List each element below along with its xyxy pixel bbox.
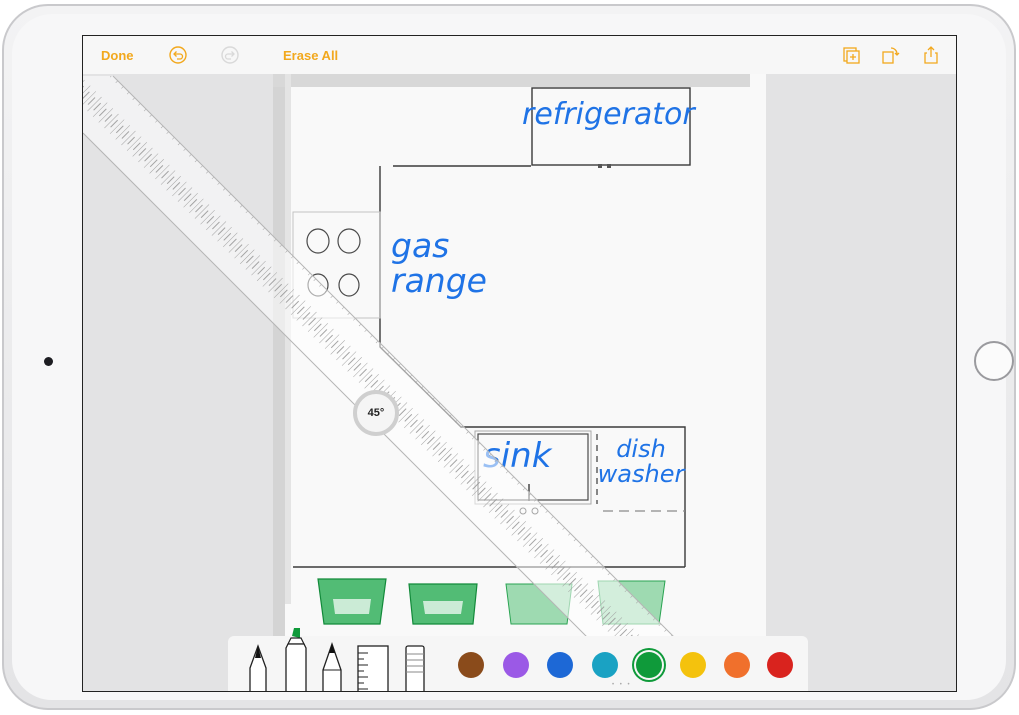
color-swatch-purple[interactable]	[503, 652, 529, 678]
color-swatch-teal[interactable]	[592, 652, 618, 678]
marker-tool-icon[interactable]	[283, 626, 309, 692]
front-camera	[44, 357, 53, 366]
pen-tool-icon[interactable]	[246, 640, 270, 692]
color-swatch-yellow[interactable]	[680, 652, 706, 678]
color-swatch-blue[interactable]	[547, 652, 573, 678]
color-swatch-brown[interactable]	[458, 652, 484, 678]
home-button[interactable]	[974, 341, 1014, 381]
ruler-angle-indicator: 45°	[353, 390, 399, 436]
page-indicator: • • •	[612, 682, 632, 688]
color-swatch-orange[interactable]	[724, 652, 750, 678]
ruler-overlay[interactable]	[83, 36, 957, 692]
notes-screen: Done Erase All refrigerator gas range si…	[82, 35, 957, 692]
pencil-tool-icon[interactable]	[320, 640, 344, 692]
tool-palette	[228, 628, 808, 692]
color-swatch-red[interactable]	[767, 652, 793, 678]
ruler-angle-value: 45°	[367, 407, 385, 419]
eraser-tool-icon[interactable]	[404, 644, 426, 692]
color-swatch-green[interactable]	[636, 652, 662, 678]
ruler-tool-icon[interactable]	[356, 644, 390, 692]
